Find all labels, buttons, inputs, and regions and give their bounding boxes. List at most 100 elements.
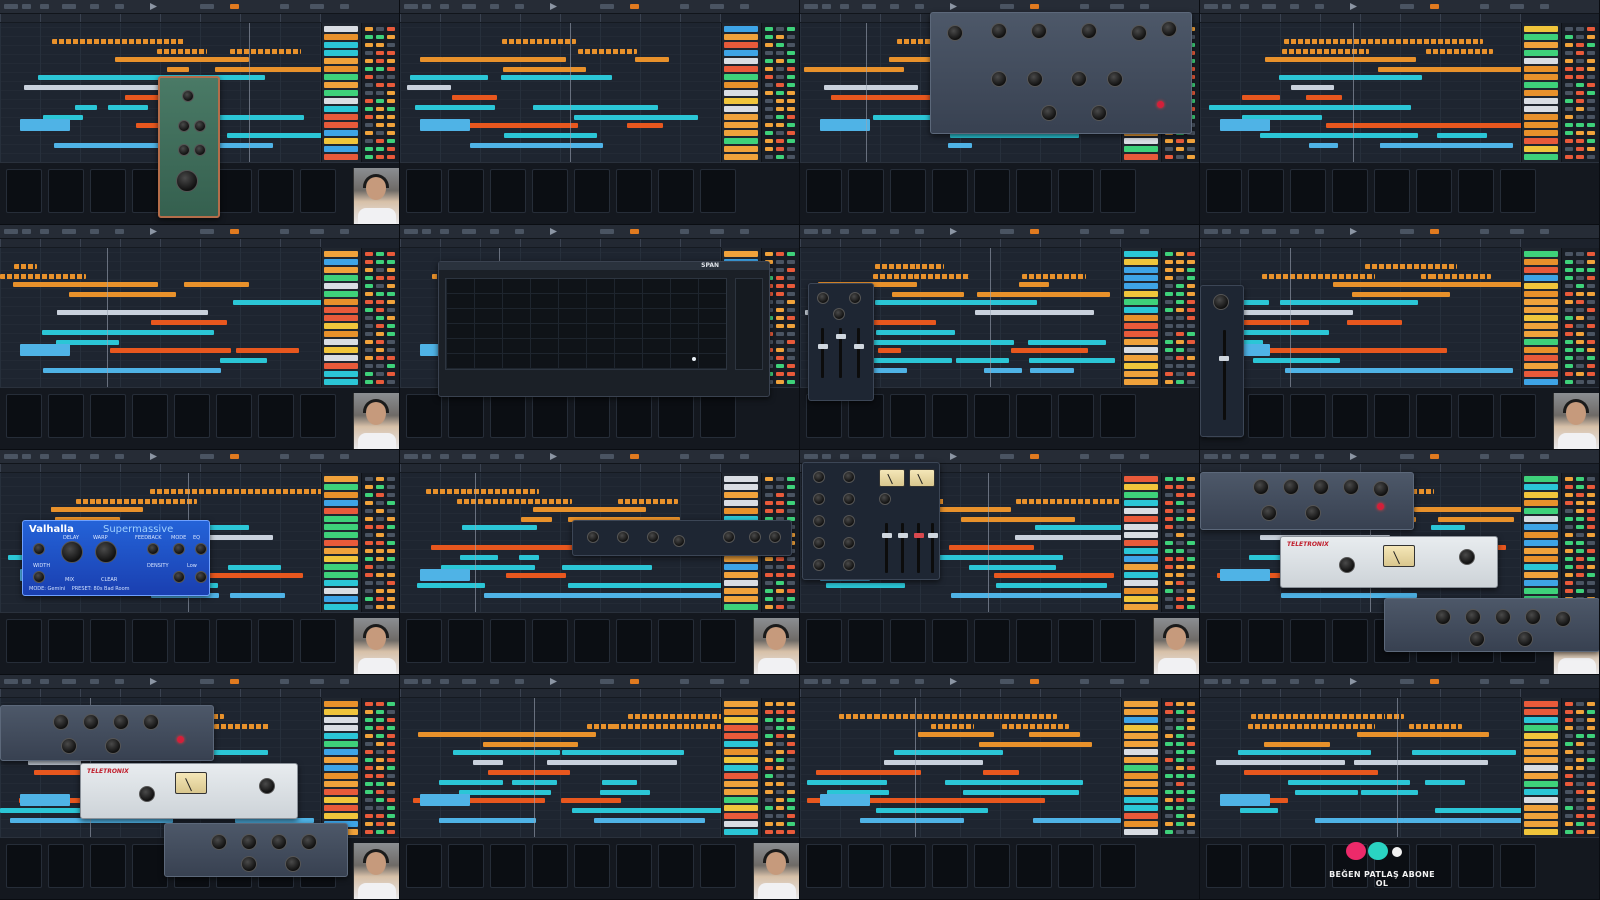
track-header[interactable] <box>324 701 358 707</box>
insert-slot[interactable] <box>48 844 84 888</box>
mixer-button[interactable] <box>1565 35 1573 39</box>
track-header[interactable] <box>724 821 758 827</box>
bypass-button[interactable] <box>1377 503 1384 510</box>
track-header[interactable] <box>1524 725 1558 731</box>
knob[interactable] <box>1041 105 1057 121</box>
mixer-button[interactable] <box>1576 91 1584 95</box>
play-icon[interactable] <box>150 678 157 685</box>
mixer-button[interactable] <box>765 774 773 778</box>
audio-clip[interactable] <box>502 39 576 44</box>
mixer-button[interactable] <box>1565 517 1573 521</box>
mixer-button[interactable] <box>1187 517 1195 521</box>
mixer-button[interactable] <box>365 501 373 505</box>
mixer-button[interactable] <box>376 123 384 127</box>
mixer-button[interactable] <box>376 774 384 778</box>
toolbar-button[interactable] <box>915 229 924 234</box>
track-header[interactable] <box>1124 781 1158 787</box>
track-header[interactable] <box>324 532 358 538</box>
audio-clip[interactable] <box>473 760 503 765</box>
mixer-button[interactable] <box>1565 147 1573 151</box>
knob[interactable] <box>194 120 206 132</box>
mixer-button[interactable] <box>765 83 773 87</box>
mixer-button[interactable] <box>365 27 373 31</box>
mixer-button[interactable] <box>387 348 395 352</box>
mixer-button[interactable] <box>1187 501 1195 505</box>
track-header[interactable] <box>1524 259 1558 265</box>
audio-clip[interactable] <box>948 143 972 148</box>
mixer-button[interactable] <box>1187 742 1195 746</box>
mixer-button[interactable] <box>1187 372 1195 376</box>
toolbar-button[interactable] <box>1430 229 1439 234</box>
track-header[interactable] <box>324 267 358 273</box>
mixer-button[interactable] <box>376 758 384 762</box>
knob[interactable] <box>271 834 287 850</box>
mixer-button[interactable] <box>387 123 395 127</box>
track-header[interactable] <box>724 709 758 715</box>
mixer-button[interactable] <box>1576 27 1584 31</box>
playhead[interactable] <box>249 23 250 163</box>
mixer-button[interactable] <box>765 750 773 754</box>
mixer-button[interactable] <box>1587 758 1595 762</box>
toolbar-button[interactable] <box>804 454 818 459</box>
mixer-button[interactable] <box>387 798 395 802</box>
audio-clip[interactable] <box>618 499 678 504</box>
mixer-button[interactable] <box>365 59 373 63</box>
knob[interactable] <box>1517 631 1533 647</box>
mixer-button[interactable] <box>365 131 373 135</box>
mixer-button[interactable] <box>1187 292 1195 296</box>
toolbar-button[interactable] <box>22 679 31 684</box>
mixer-button[interactable] <box>776 131 784 135</box>
mixer-button[interactable] <box>1565 268 1573 272</box>
track-header[interactable] <box>724 757 758 763</box>
toolbar-button[interactable] <box>4 229 18 234</box>
mixer-button[interactable] <box>787 509 795 513</box>
toolbar-button[interactable] <box>1430 454 1439 459</box>
mixer-button[interactable] <box>776 308 784 312</box>
mixer-button[interactable] <box>1187 605 1195 609</box>
track-header[interactable] <box>324 604 358 610</box>
track-header[interactable] <box>324 580 358 586</box>
knob[interactable] <box>843 493 855 505</box>
mixer-button[interactable] <box>387 742 395 746</box>
track-header[interactable] <box>1524 821 1558 827</box>
mixer-button[interactable] <box>1587 790 1595 794</box>
toolbar-button[interactable] <box>1204 229 1218 234</box>
toolbar-button[interactable] <box>680 679 689 684</box>
mixer-button[interactable] <box>387 276 395 280</box>
mixer-button[interactable] <box>365 573 373 577</box>
mixer-button[interactable] <box>776 790 784 794</box>
mixer-button[interactable] <box>1187 702 1195 706</box>
mixer-button[interactable] <box>1165 147 1173 151</box>
audio-clip[interactable] <box>550 133 594 138</box>
track-header[interactable] <box>324 556 358 562</box>
toolbar-button[interactable] <box>490 4 499 9</box>
toolbar-button[interactable] <box>1240 679 1249 684</box>
toolbar-button[interactable] <box>40 4 49 9</box>
mixer-button[interactable] <box>365 790 373 794</box>
mixer-button[interactable] <box>376 589 384 593</box>
toolbar-button[interactable] <box>230 4 239 9</box>
mixer-button[interactable] <box>1576 814 1584 818</box>
insert-slot[interactable] <box>1500 394 1536 438</box>
audio-clip[interactable] <box>804 67 904 72</box>
audio-clip[interactable] <box>236 348 299 353</box>
preset-select[interactable]: 80s Bad Room <box>93 586 129 592</box>
audio-clip[interactable] <box>1029 732 1080 737</box>
insert-slot[interactable] <box>448 169 484 213</box>
mixer-button[interactable] <box>365 292 373 296</box>
mixer-button[interactable] <box>1187 541 1195 545</box>
mixer-button[interactable] <box>365 485 373 489</box>
mixer-button[interactable] <box>387 83 395 87</box>
insert-slot[interactable] <box>1290 619 1326 663</box>
mixer-button[interactable] <box>787 131 795 135</box>
track-header[interactable] <box>1124 138 1158 144</box>
track-header[interactable] <box>724 90 758 96</box>
knob[interactable] <box>1313 479 1329 495</box>
audio-clip[interactable] <box>467 489 539 494</box>
mixer-button[interactable] <box>1587 798 1595 802</box>
mixer-button[interactable] <box>376 308 384 312</box>
insert-slot[interactable] <box>1248 844 1284 888</box>
mixer-button[interactable] <box>1176 348 1184 352</box>
toolbar-button[interactable] <box>630 4 639 9</box>
mixer-button[interactable] <box>787 139 795 143</box>
